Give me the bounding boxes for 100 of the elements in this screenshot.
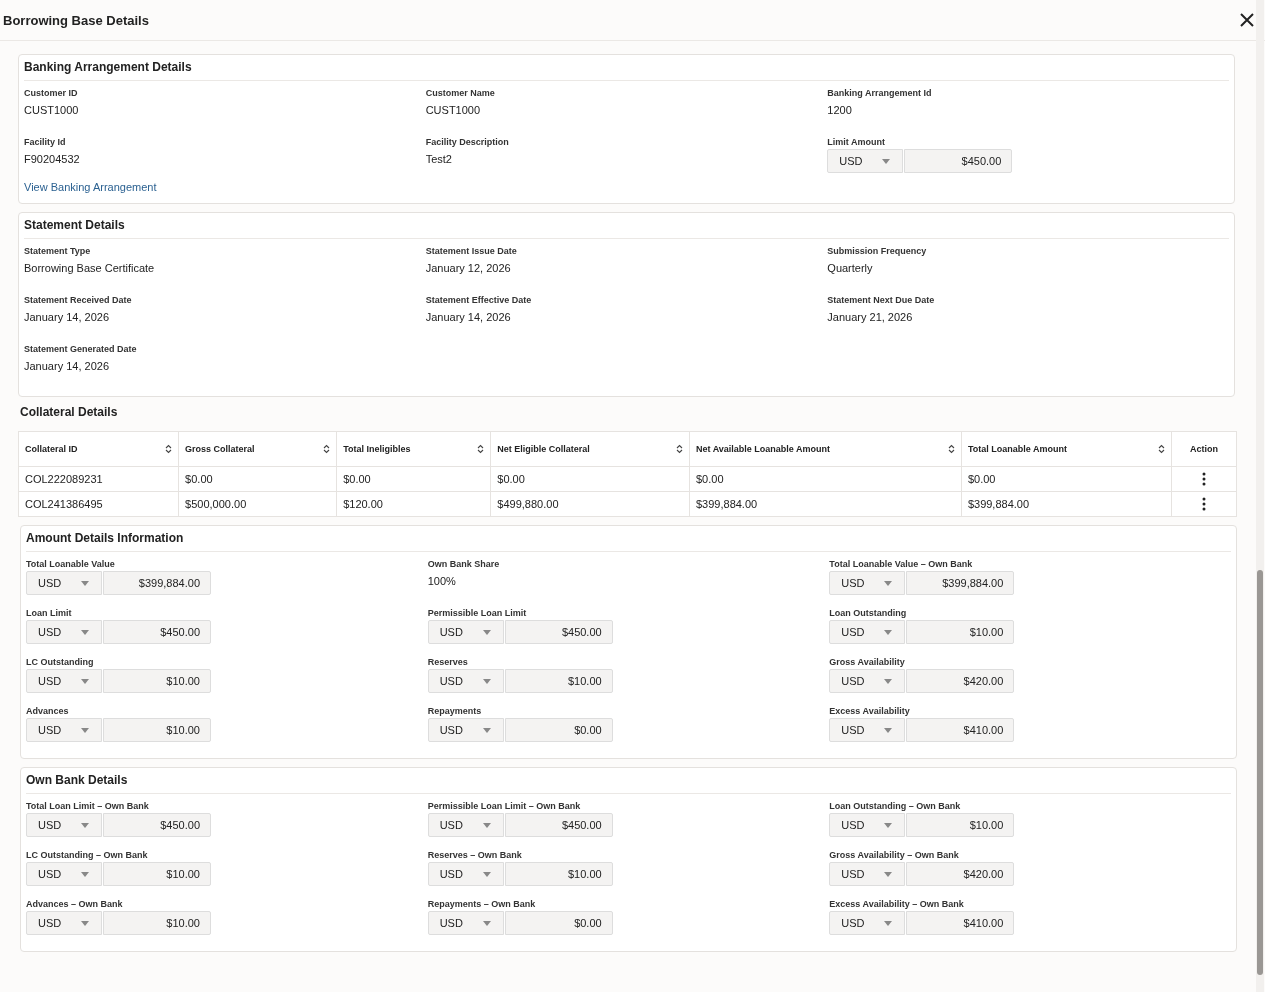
amount-field[interactable]: $0.00 [504,911,613,935]
currency-dropdown[interactable]: USD [26,571,102,595]
amount-field[interactable]: $420.00 [906,862,1015,886]
amount-field[interactable]: $10.00 [103,669,211,693]
field-label: LC Outstanding – Own Bank [26,850,149,860]
table-cell: $0.00 [961,466,1172,492]
caret-icon [81,580,89,586]
currency-dropdown[interactable]: USD [26,620,102,644]
field-label: Statement Issue Date [425,246,518,256]
caret-icon [482,629,491,635]
table-cell: $399,884.00 [689,491,962,517]
column-header[interactable]: Action [1171,431,1237,467]
field-value: F90204532 [24,152,81,167]
amount-field[interactable]: $10.00 [906,813,1015,837]
amount-field[interactable]: $420.00 [906,669,1015,693]
field-label: Permissible Loan Limit – Own Bank [427,801,582,811]
amount-field[interactable]: $10.00 [504,669,613,693]
field-label: Advances – Own Bank [26,899,124,909]
caret-icon [884,629,893,635]
amount-field[interactable]: $10.00 [906,620,1015,644]
currency-dropdown[interactable]: USD [827,149,904,173]
field-label: Loan Limit [26,608,73,618]
amount-field[interactable]: $10.00 [504,862,613,886]
view-banking-arrangement-link[interactable]: View Banking Arrangement [24,181,157,197]
currency-dropdown[interactable]: USD [829,813,906,837]
amount-field[interactable]: $10.00 [103,862,211,886]
currency-dropdown[interactable]: USD [26,862,102,886]
field-label: Total Loanable Value – Own Bank [829,559,974,569]
amount-field[interactable]: $450.00 [904,149,1013,173]
caret-icon [81,920,89,926]
field-label: Customer ID [24,88,79,98]
currency-dropdown[interactable]: USD [829,620,906,644]
amount-field[interactable]: $450.00 [504,620,613,644]
currency-dropdown[interactable]: USD [26,911,102,935]
caret-icon [482,727,491,733]
currency-dropdown[interactable]: USD [26,813,102,837]
currency-dropdown[interactable]: USD [427,911,504,935]
caret-icon [884,727,893,733]
field-value: Borrowing Base Certificate [24,261,156,276]
table-cell: COL241386495 [18,491,179,517]
table-cell: $0.00 [490,466,690,492]
amount-field[interactable]: $450.00 [103,813,211,837]
sort-icon [165,444,173,454]
field-label: Own Bank Share [427,559,501,569]
amount-field[interactable]: $0.00 [504,718,613,742]
caret-icon [884,580,893,586]
field-label: Loan Outstanding – Own Bank [829,801,962,811]
table-cell: $499,880.00 [490,491,690,517]
field-label: Loan Outstanding [829,608,908,618]
currency-dropdown[interactable]: USD [829,718,906,742]
amount-field[interactable]: $410.00 [906,911,1015,935]
currency-dropdown[interactable]: USD [427,813,504,837]
field-label: Customer Name [425,88,496,98]
amount-field[interactable]: $450.00 [103,620,211,644]
currency-dropdown[interactable]: USD [427,620,504,644]
sort-icon [947,444,955,454]
section-title: Banking Arrangement Details [24,60,1229,81]
caret-icon [81,727,89,733]
currency-dropdown[interactable]: USD [829,571,906,595]
caret-icon [882,158,891,164]
column-header[interactable]: Total Loanable Amount [961,431,1172,467]
currency-dropdown[interactable]: USD [829,669,906,693]
scrollbar[interactable] [1256,0,1264,992]
table-cell: $399,884.00 [961,491,1172,517]
amount-field[interactable]: $10.00 [103,718,211,742]
table-cell: $120.00 [336,491,491,517]
amount-field[interactable]: $399,884.00 [906,571,1015,595]
field-label: Repayments – Own Bank [427,899,537,909]
section-title: Statement Details [24,218,1229,239]
currency-dropdown[interactable]: USD [427,718,504,742]
field-label: Excess Availability – Own Bank [829,899,965,909]
amount-field[interactable]: $450.00 [504,813,613,837]
currency-dropdown[interactable]: USD [26,718,102,742]
amount-field[interactable]: $410.00 [906,718,1015,742]
field-label: Permissible Loan Limit [427,608,528,618]
currency-dropdown[interactable]: USD [427,862,504,886]
table-cell: $500,000.00 [178,491,337,517]
field-label: Statement Type [24,246,92,256]
caret-icon [884,678,893,684]
section-title: Amount Details Information [26,531,1231,552]
column-header[interactable]: Gross Collateral [178,431,337,467]
currency-dropdown[interactable]: USD [427,669,504,693]
currency-dropdown[interactable]: USD [829,911,906,935]
currency-dropdown[interactable]: USD [26,669,102,693]
column-header[interactable]: Net Eligible Collateral [490,431,690,467]
field-value: January 14, 2026 [24,359,110,374]
amount-field[interactable]: $399,884.00 [103,571,211,595]
table-cell: COL222089231 [18,466,179,492]
currency-dropdown[interactable]: USD [829,862,906,886]
column-header[interactable]: Collateral ID [18,431,179,467]
column-header[interactable]: Total Ineligibles [336,431,491,467]
column-header[interactable]: Net Available Loanable Amount [689,431,962,467]
field-label: Excess Availability [829,706,911,716]
field-label: Submission Frequency [827,246,928,256]
section-title: Own Bank Details [26,773,1231,794]
caret-icon [884,920,893,926]
caret-icon [884,822,893,828]
amount-field[interactable]: $10.00 [103,911,211,935]
kebab-icon [1202,497,1206,511]
kebab-icon [1202,472,1206,486]
